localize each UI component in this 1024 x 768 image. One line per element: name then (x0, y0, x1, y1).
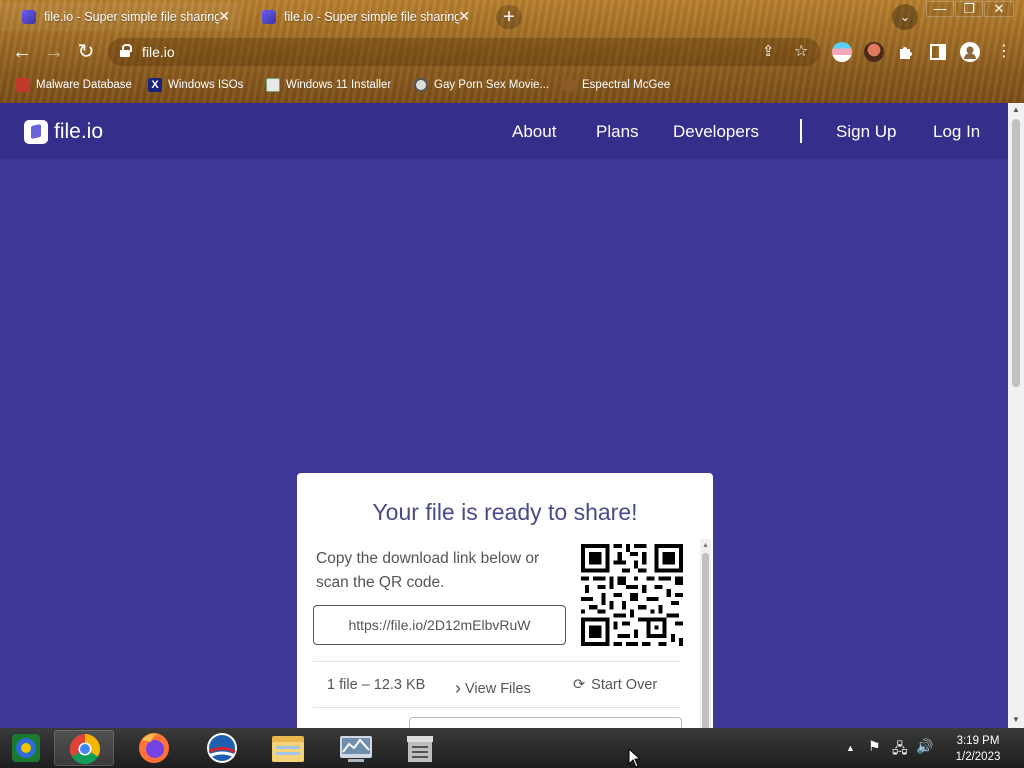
taskbar-chrome[interactable] (54, 730, 114, 766)
profile-avatar-icon[interactable] (960, 42, 980, 62)
bookmark-windows-isos[interactable]: X Windows ISOs (148, 76, 243, 94)
bookmark-label: Espectral McGee (582, 79, 671, 91)
email-field[interactable] (409, 717, 682, 728)
divider (313, 707, 681, 708)
obama-logo-icon (207, 733, 237, 763)
brand-name: file.io (54, 120, 104, 143)
windows-x-icon: X (148, 78, 162, 92)
new-tab-button[interactable]: + (496, 5, 522, 29)
nav-login-link[interactable]: Log In (933, 122, 980, 142)
scroll-up-arrow-icon[interactable]: ▲ (702, 542, 709, 549)
bookmark-label: Gay Porn Sex Movie... (434, 79, 550, 91)
windows-taskbar: ▲ ⚑ 🖧 🔊 3:19 PM 1/2/2023 (0, 728, 1024, 768)
tab-fileio-2[interactable]: file.io - Super simple file sharing ✕ (240, 3, 480, 31)
card-scrollbar[interactable]: ▲ (700, 539, 711, 728)
bookmark-gay-porn-sex-movie[interactable]: Gay Porn Sex Movie... (414, 76, 549, 94)
share-card: Your file is ready to share! Copy the do… (297, 473, 713, 728)
page-scroll-thumb[interactable] (1012, 119, 1020, 387)
volume-icon[interactable]: 🔊 (916, 738, 933, 755)
action-center-flag-icon[interactable]: ⚑ (868, 738, 881, 755)
view-files-button[interactable]: › View Files (455, 677, 531, 698)
tab-title: file.io - Super simple file sharing (44, 10, 219, 24)
minimize-button[interactable]: — (926, 1, 954, 17)
start-over-label: Start Over (591, 677, 658, 693)
malware-database-icon (16, 78, 30, 92)
folder-icon (272, 736, 304, 762)
nav-signup-link[interactable]: Sign Up (836, 122, 896, 142)
nav-divider (800, 119, 802, 143)
monitor-chart-icon (340, 736, 372, 762)
system-clock[interactable]: 3:19 PM 1/2/2023 (940, 733, 1016, 765)
site-navbar: file.io About Plans Developers Sign Up L… (0, 103, 1008, 159)
tray-chevron-icon[interactable]: ▲ (846, 743, 855, 753)
firefox-icon (139, 733, 169, 763)
tab-close-icon[interactable]: ✕ (218, 8, 230, 25)
tab-search-button[interactable]: ⌄ (892, 4, 918, 30)
reload-button[interactable]: ↻ (74, 40, 98, 64)
forward-button[interactable]: → (42, 40, 66, 64)
bookmark-label: Windows 11 Installer (286, 79, 392, 91)
nav-developers-link[interactable]: Developers (673, 122, 759, 142)
fileio-logo[interactable]: file.io (24, 120, 103, 144)
nav-plans-link[interactable]: Plans (596, 122, 639, 142)
back-button[interactable]: ← (10, 40, 34, 64)
divider (313, 661, 681, 662)
installer-image-icon (266, 78, 280, 92)
bookmark-malware-database[interactable]: Malware Database (16, 76, 132, 94)
bookmark-star-icon[interactable]: ☆ (794, 41, 808, 61)
page-content: file.io About Plans Developers Sign Up L… (0, 103, 1008, 728)
window-close-button[interactable]: ✕ (984, 1, 1014, 17)
network-icon[interactable]: 🖧 (892, 738, 908, 762)
chrome-icon (69, 734, 101, 765)
chevron-right-icon: › (455, 678, 461, 698)
mouse-cursor-icon (628, 748, 640, 768)
archive-box-icon (407, 736, 433, 762)
file-summary: 1 file – 12.3 KB (327, 677, 426, 693)
tab-title: file.io - Super simple file sharing (284, 10, 459, 24)
side-panel-icon[interactable] (928, 42, 948, 62)
start-orb-icon (12, 734, 40, 762)
fileio-logo-icon (24, 120, 48, 144)
qr-code (581, 544, 683, 646)
taskbar-obama-app[interactable] (192, 730, 252, 766)
bookmark-label: Malware Database (36, 79, 132, 91)
fileio-favicon-icon (262, 10, 276, 24)
trans-flag-extension-icon[interactable] (832, 42, 852, 62)
start-over-button[interactable]: ⟳ Start Over (573, 677, 657, 693)
download-link-field[interactable]: https://file.io/2D12mElbvRuW (313, 605, 566, 645)
restore-button[interactable]: ❐ (955, 1, 983, 17)
bookmark-espectral-mcgee[interactable]: Espectral McGee (562, 76, 670, 94)
fileio-favicon-icon (22, 10, 36, 24)
tab-fileio-1[interactable]: file.io - Super simple file sharing ✕ (0, 3, 240, 31)
tab-close-icon[interactable]: ✕ (458, 8, 470, 25)
address-bar[interactable]: file.io ⇪ ☆ (108, 38, 820, 66)
espectral-face-icon (562, 78, 576, 92)
taskbar-archive-app[interactable] (390, 730, 450, 766)
refresh-icon: ⟳ (573, 677, 586, 693)
clock-time: 3:19 PM (956, 735, 1000, 747)
profile-extension-icon[interactable] (864, 42, 884, 62)
start-button[interactable] (2, 730, 50, 766)
scroll-down-arrow-icon[interactable]: ▼ (1012, 715, 1020, 724)
share-icon[interactable]: ⇪ (762, 42, 775, 60)
browser-chrome: file.io - Super simple file sharing ✕ fi… (0, 0, 1024, 103)
taskbar-system-monitor[interactable] (326, 730, 386, 766)
nav-about-link[interactable]: About (512, 122, 556, 142)
taskbar-file-explorer[interactable] (258, 730, 318, 766)
bookmark-label: Windows ISOs (168, 79, 244, 91)
lock-icon[interactable] (120, 44, 132, 57)
share-card-description: Copy the download link below or scan the… (316, 550, 540, 591)
gear-bookmark-icon (414, 78, 428, 92)
bookmark-windows-11-installer[interactable]: Windows 11 Installer (266, 76, 391, 94)
url-text[interactable]: file.io (142, 44, 175, 60)
menu-kebab-icon[interactable]: ⋮ (992, 40, 1016, 64)
extensions-puzzle-icon[interactable] (896, 42, 916, 62)
clock-date: 1/2/2023 (955, 751, 1001, 763)
card-scroll-thumb[interactable] (702, 553, 709, 728)
view-files-label: View Files (465, 681, 531, 697)
page-scrollbar[interactable]: ▲ ▼ (1008, 103, 1024, 728)
taskbar-firefox[interactable] (124, 730, 184, 766)
scroll-up-arrow-icon[interactable]: ▲ (1012, 105, 1020, 114)
share-card-title: Your file is ready to share! (372, 499, 638, 525)
